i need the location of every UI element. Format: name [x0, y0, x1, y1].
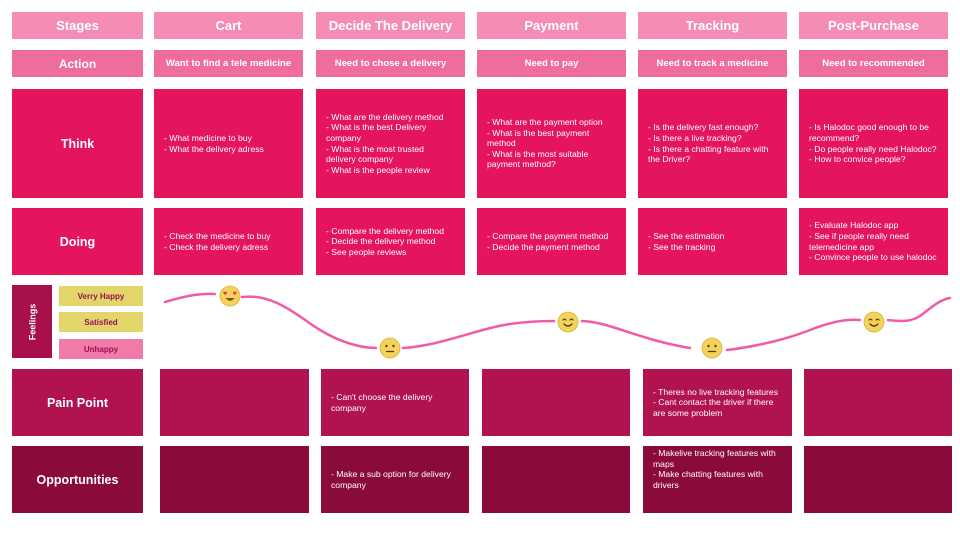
opportunities-cell-post-purchase [804, 446, 952, 513]
doing-item: - Convince people to use halodoc [809, 252, 937, 263]
opportunities-cell-payment [482, 446, 630, 513]
think-item: - Is Halodoc good enough to be recommend… [809, 122, 929, 143]
smiling-face-emoji-icon [557, 311, 579, 333]
doing-item: - See the tracking [648, 241, 716, 252]
think-item: - Is there a chatting feature with the D… [648, 143, 769, 165]
smiling-face-emoji-icon [863, 311, 885, 333]
think-item: - What are the delivery method [326, 111, 444, 122]
feelings-row-label: Feelings [12, 285, 52, 358]
pain-point-item: - Cant contact the driver if there are s… [653, 397, 774, 418]
think-item: - What medicine to buy [164, 132, 252, 143]
action-cell-decide-delivery: Need to chose a delivery [316, 50, 465, 77]
think-cell-cart: - What medicine to buy - What the delive… [154, 89, 303, 198]
pain-point-item: - Can't choose the delivery company [331, 391, 433, 413]
pain-point-cell-decide-delivery: - Can't choose the delivery company [321, 369, 469, 436]
doing-item: - Decide the payment method [487, 241, 600, 252]
action-cell-cart: Want to find a tele medicine [154, 50, 303, 77]
think-item: - What is the most suitable payment meth… [487, 148, 589, 170]
action-cell-tracking: Need to track a medicine [638, 50, 787, 77]
heart-eyes-emoji-icon [219, 285, 241, 307]
doing-cell-decide-delivery: - Compare the delivery method - Decide t… [316, 208, 465, 275]
think-item: - What are the payment option [487, 117, 603, 128]
doing-cell-post-purchase: - Evaluate Halodoc app - See if people r… [799, 208, 948, 275]
doing-item: - Evaluate Halodoc app [809, 220, 899, 231]
doing-item: - Check the delivery adress [164, 241, 269, 252]
think-cell-decide-delivery: - What are the delivery method - What is… [316, 89, 465, 198]
pain-point-cell-post-purchase [804, 369, 952, 436]
think-cell-tracking: - Is the delivery fast enough? - Is ther… [638, 89, 787, 198]
doing-item: - See if people really need telemedicine… [809, 230, 909, 252]
legend-unhappy: Unhappy [59, 339, 143, 359]
doing-item: - Compare the delivery method [326, 225, 444, 236]
think-item: - What is the best payment method [487, 127, 590, 149]
stage-header-cart: Cart [154, 12, 303, 39]
doing-cell-payment: - Compare the payment method - Decide th… [477, 208, 626, 275]
stages-header: Stages [12, 12, 143, 39]
neutral-face-emoji-icon [701, 337, 723, 359]
opportunities-item: - Make a sub option for delivery company [331, 468, 451, 490]
think-item: - Do people really need Halodoc? [809, 143, 937, 154]
think-item: - What is the most trusted delivery comp… [326, 143, 424, 165]
opportunities-item: - Make chatting features with drivers [653, 469, 763, 490]
doing-item: - See people reviews [326, 246, 407, 257]
think-item: - Is the delivery fast enough? [648, 122, 759, 133]
legend-satisfied: Satisfied [59, 312, 143, 332]
think-item: - What is the people review [326, 164, 430, 175]
pain-point-cell-cart [160, 369, 309, 436]
opportunities-row-label: Opportunities [12, 446, 143, 513]
stage-header-payment: Payment [477, 12, 626, 39]
action-cell-post-purchase: Need to recommended [799, 50, 948, 77]
stage-header-post-purchase: Post-Purchase [799, 12, 948, 39]
opportunities-cell-cart [160, 446, 309, 513]
doing-cell-cart: - Check the medicine to buy - Check the … [154, 208, 303, 275]
opportunities-item: - Makelive tracking features with maps [653, 448, 776, 469]
doing-cell-tracking: - See the estimation - See the tracking [638, 208, 787, 275]
action-row-label: Action [12, 50, 143, 77]
pain-point-item: - Theres no live tracking features [653, 386, 778, 397]
doing-item: - Compare the payment method [487, 230, 609, 241]
doing-item: - Check the medicine to buy [164, 230, 271, 241]
stage-header-tracking: Tracking [638, 12, 787, 39]
legend-very-happy: Verry Happy [59, 286, 143, 306]
pain-point-cell-tracking: - Theres no live tracking features - Can… [643, 369, 792, 436]
opportunities-cell-tracking: - Makelive tracking features with maps -… [643, 446, 792, 513]
doing-row-label: Doing [12, 208, 143, 275]
stage-header-decide-delivery: Decide The Delivery [316, 12, 465, 39]
think-item: - Is there a live tracking? [648, 132, 742, 143]
pain-point-cell-payment [482, 369, 630, 436]
think-item: - How to convice people? [809, 154, 906, 165]
think-row-label: Think [12, 89, 143, 198]
feelings-label-text: Feelings [26, 303, 37, 340]
doing-item: - See the estimation [648, 230, 725, 241]
action-cell-payment: Need to pay [477, 50, 626, 77]
doing-item: - Decide the delivery method [326, 236, 436, 247]
neutral-face-emoji-icon [379, 337, 401, 359]
think-cell-payment: - What are the payment option - What is … [477, 89, 626, 198]
think-cell-post-purchase: - Is Halodoc good enough to be recommend… [799, 89, 948, 198]
think-item: - What the delivery adress [164, 143, 264, 154]
opportunities-cell-decide-delivery: - Make a sub option for delivery company [321, 446, 469, 513]
pain-point-row-label: Pain Point [12, 369, 143, 436]
think-item: - What is the best Delivery company [326, 122, 427, 143]
